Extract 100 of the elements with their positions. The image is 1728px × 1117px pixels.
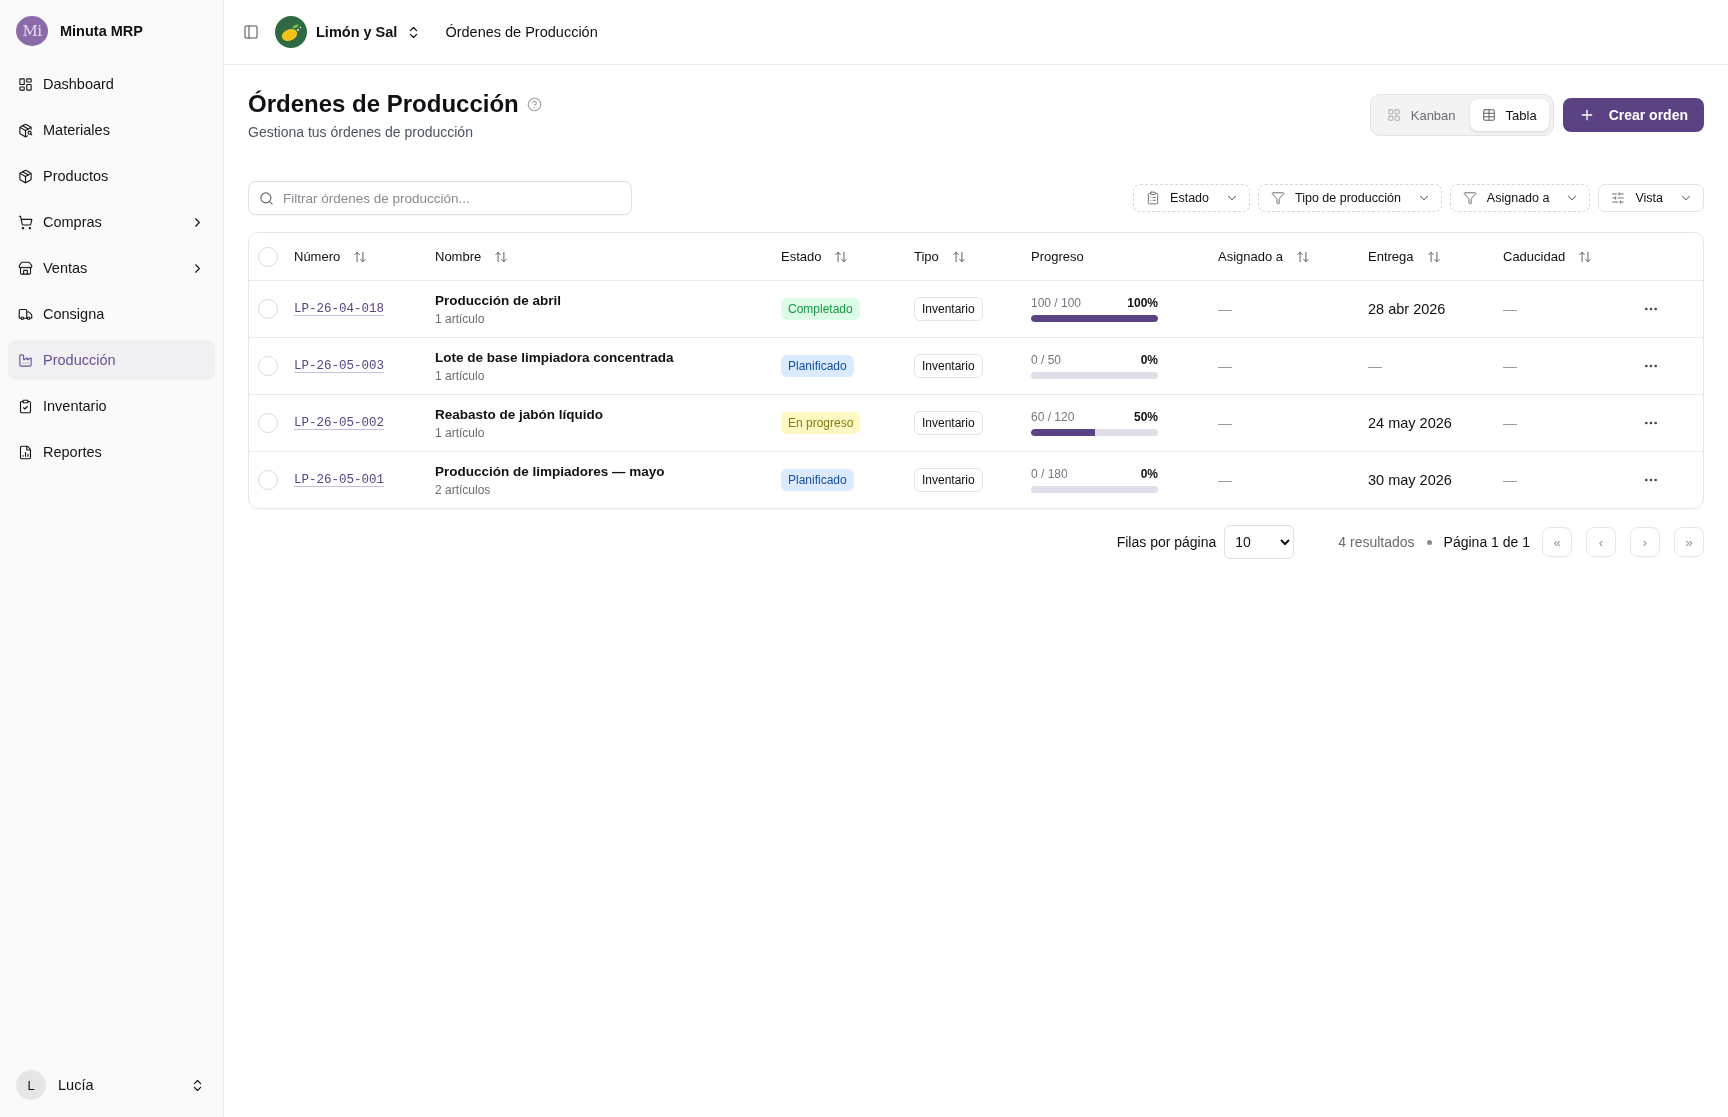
truck-icon	[18, 306, 33, 322]
sort-icon	[1426, 249, 1441, 264]
filter-button[interactable]: Tipo de producción	[1258, 184, 1442, 212]
column-header[interactable]: Nombre	[435, 249, 509, 264]
sort-icon	[1578, 249, 1593, 264]
sliders-icon	[1611, 191, 1626, 205]
sidebar-item[interactable]: Ventas	[8, 248, 215, 288]
clipboard-check-icon	[18, 398, 33, 414]
order-number-link[interactable]: LP-26-05-002	[294, 416, 384, 430]
sidebar-toggle-button[interactable]	[241, 22, 261, 42]
table-cell: 28 abr 2026	[1368, 301, 1446, 317]
store-icon	[18, 260, 33, 276]
column-header[interactable]: Tipo	[914, 249, 966, 264]
clipboard-list-icon	[1146, 191, 1161, 205]
status-badge: Completado	[781, 298, 860, 320]
column-header[interactable]: Estado	[781, 249, 849, 264]
page-title: Órdenes de Producción	[248, 89, 519, 119]
help-icon	[526, 96, 542, 112]
view-tab[interactable]: Tabla	[1469, 99, 1549, 131]
filter-icon	[1271, 191, 1285, 205]
sidebar-item[interactable]: Materiales	[8, 110, 215, 150]
sidebar-item[interactable]: Inventario	[8, 386, 215, 426]
order-name: Lote de base limpiadora concentrada	[435, 349, 674, 365]
order-number-link[interactable]: LP-26-05-003	[294, 359, 384, 373]
table-icon	[1481, 108, 1496, 122]
select-all-checkbox[interactable]	[258, 246, 278, 267]
app-name: Minuta MRP	[60, 23, 143, 39]
filter-button[interactable]: Asignado a	[1449, 184, 1591, 212]
results-count: 4 resultados	[1338, 534, 1415, 550]
order-number-link[interactable]: LP-26-05-001	[294, 473, 384, 487]
table-cell: 24 may 2026	[1368, 415, 1452, 431]
table-cell: 30 may 2026	[1368, 472, 1452, 488]
sidebar-item[interactable]: Dashboard	[8, 64, 215, 104]
sidebar-item[interactable]: Productos	[8, 156, 215, 196]
breadcrumb: Órdenes de Producción	[445, 24, 598, 40]
grid-icon	[1386, 108, 1401, 122]
sort-icon	[951, 249, 966, 264]
user-avatar: L	[16, 1070, 46, 1100]
sidebar-item[interactable]: Reportes	[8, 432, 215, 472]
view-options-button[interactable]: Vista	[1598, 184, 1704, 212]
progress-reading: 0 / 180	[1031, 467, 1068, 481]
filter-icon	[1462, 191, 1477, 205]
create-order-button[interactable]: Crear orden	[1562, 98, 1704, 132]
table-cell: —	[1368, 358, 1382, 374]
org-switcher[interactable]: Limón y Sal	[275, 16, 422, 48]
item-count: 1 artículo	[435, 425, 485, 440]
status-badge: Planificado	[781, 355, 854, 377]
type-badge: Inventario	[914, 468, 983, 492]
lemon-logo-icon	[275, 16, 307, 48]
table-cell: —	[1218, 358, 1232, 374]
sidebar-item[interactable]: Producción	[8, 340, 215, 380]
row-checkbox[interactable]	[258, 299, 278, 319]
row-checkbox[interactable]	[258, 356, 278, 376]
type-badge: Inventario	[914, 411, 983, 435]
sidebar-item[interactable]: Compras	[8, 202, 215, 242]
user-menu-button[interactable]: L Lucía	[8, 1065, 215, 1105]
progress-reading: 0 / 50	[1031, 353, 1062, 367]
progress-percent: 100%	[1127, 296, 1158, 310]
progress-reading: 60 / 120	[1031, 410, 1075, 424]
item-count: 1 artículo	[435, 368, 485, 383]
column-header[interactable]: Caducidad	[1503, 249, 1593, 264]
order-name: Producción de abril	[435, 292, 562, 308]
table-cell: —	[1503, 472, 1517, 488]
filter-button[interactable]: Estado	[1133, 184, 1250, 212]
table-cell: —	[1218, 472, 1232, 488]
progress-percent: 0%	[1140, 353, 1158, 367]
box-search-icon	[18, 122, 33, 138]
page-indicator: Página 1 de 1	[1443, 534, 1530, 550]
search-field[interactable]: Filtrar órdenes de producción...	[248, 181, 632, 215]
sort-icon	[494, 249, 509, 264]
progress-percent: 50%	[1133, 410, 1158, 424]
view-tab[interactable]: Kanban	[1374, 99, 1468, 131]
chart-file-icon	[18, 444, 33, 460]
sidebar-item[interactable]: Consigna	[8, 294, 215, 334]
sort-icon	[1296, 249, 1311, 264]
table-cell: —	[1218, 415, 1232, 431]
column-header[interactable]: Entrega	[1368, 249, 1441, 264]
row-checkbox[interactable]	[258, 413, 278, 433]
type-badge: Inventario	[914, 297, 983, 321]
status-badge: Planificado	[781, 469, 854, 491]
factory-icon	[18, 352, 33, 368]
cart-icon	[18, 214, 33, 230]
progress-percent: 0%	[1140, 467, 1158, 481]
column-header[interactable]: Número	[294, 249, 368, 264]
table-cell: —	[1503, 358, 1517, 374]
column-header[interactable]: Asignado a	[1218, 249, 1311, 264]
type-badge: Inventario	[914, 354, 983, 378]
sort-icon	[834, 249, 849, 264]
table-cell: —	[1503, 415, 1517, 431]
rows-per-page-label: Filas por página	[1116, 534, 1217, 550]
rows-per-page-select[interactable]: 10	[1224, 525, 1295, 559]
sort-icon	[353, 249, 368, 264]
table-cell: —	[1218, 301, 1232, 317]
item-count: 2 artículos	[435, 482, 491, 497]
order-name: Producción de limpiadores — mayo	[435, 463, 665, 479]
column-header: Progreso	[1031, 249, 1084, 264]
progress-reading: 100 / 100	[1031, 296, 1082, 310]
order-number-link[interactable]: LP-26-04-018	[294, 302, 384, 316]
row-checkbox[interactable]	[258, 470, 278, 490]
dashboard-grid-icon	[18, 76, 33, 92]
